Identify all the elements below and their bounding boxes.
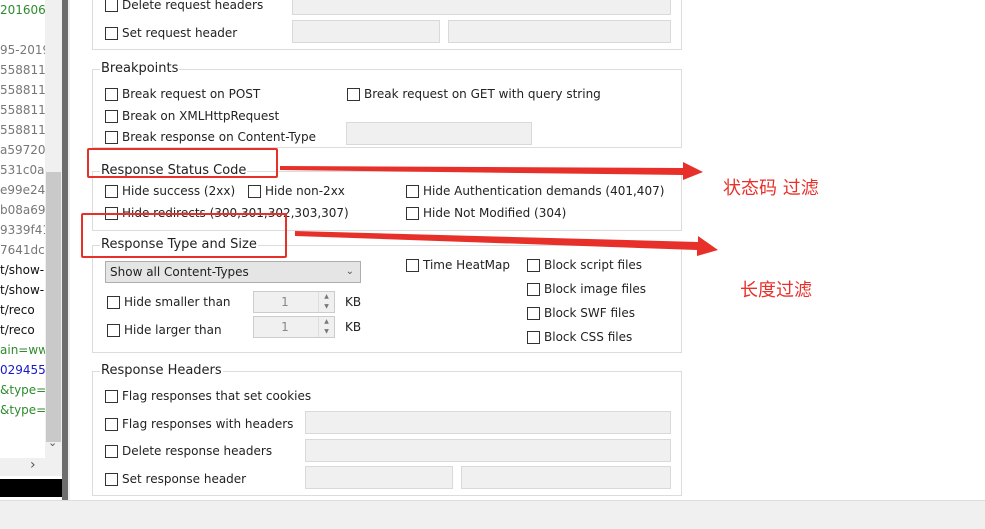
arrow-length	[295, 231, 718, 256]
annotation-length-filter: 长度过滤	[740, 280, 812, 301]
arrow-status	[280, 162, 703, 180]
annotation-status-filter: 状态码 过滤	[723, 178, 819, 199]
annotation-arrows	[280, 162, 718, 256]
